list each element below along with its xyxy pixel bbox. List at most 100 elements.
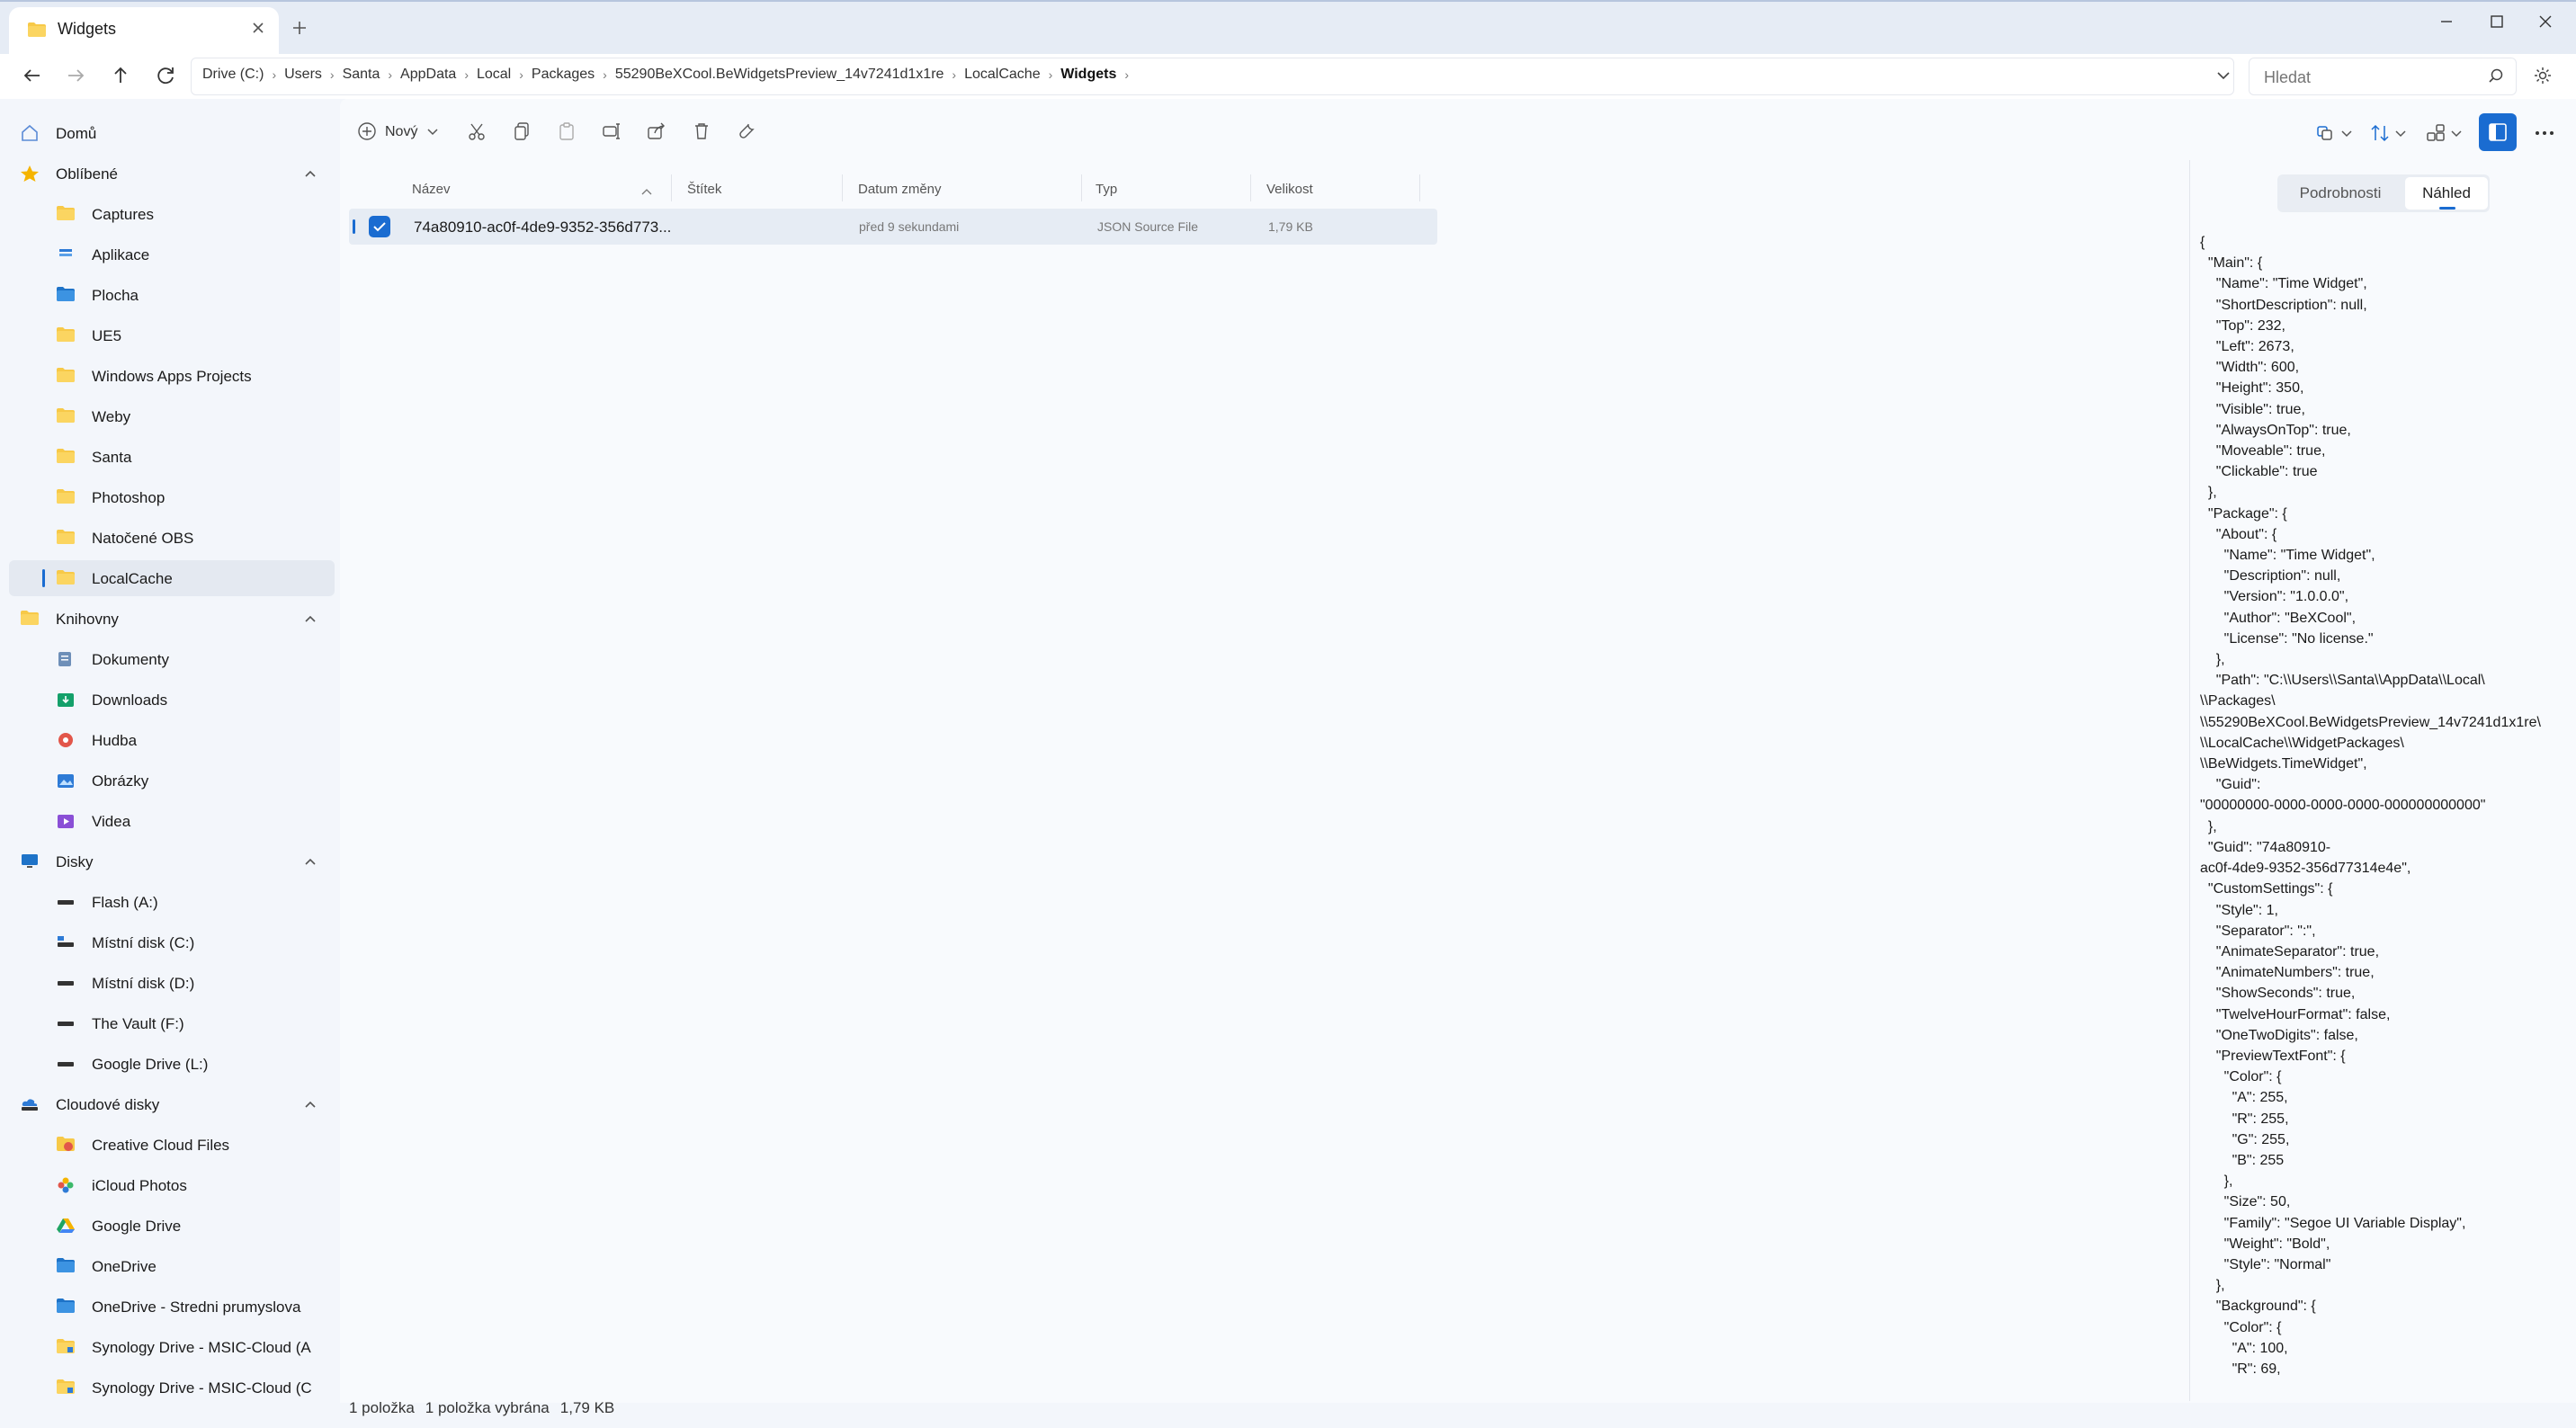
column-header-type[interactable]: Typ <box>1096 182 1117 197</box>
sidebar-item-hudba[interactable]: Hudba <box>0 722 338 758</box>
sidebar-item-creative-cloud-files[interactable]: Creative Cloud Files <box>0 1127 338 1163</box>
close-icon[interactable] <box>250 20 266 36</box>
refresh-button[interactable] <box>149 59 182 92</box>
minimize-button[interactable] <box>2428 7 2464 36</box>
breadcrumb-item[interactable]: Drive (C:) <box>202 67 264 83</box>
sidebar-item-local-disk-c[interactable]: Místní disk (C:) <box>0 924 338 960</box>
chevron-up-icon[interactable] <box>304 613 317 624</box>
breadcrumb-item[interactable]: Local <box>477 67 511 83</box>
close-window-button[interactable] <box>2527 7 2563 36</box>
chevron-down-icon[interactable] <box>2214 68 2232 83</box>
sidebar-item-synology-drive-c[interactable]: Synology Drive - MSIC-Cloud (C <box>0 1370 338 1406</box>
sidebar-item-dokumenty[interactable]: Dokumenty <box>0 641 338 677</box>
sidebar-item-icloud-photos[interactable]: iCloud Photos <box>0 1167 338 1203</box>
column-header-size[interactable]: Velikost <box>1266 182 1313 197</box>
breadcrumb-item[interactable]: 55290BeXCool.BeWidgetsPreview_14v7241d1x… <box>615 67 944 83</box>
tab-preview[interactable]: Náhled <box>2405 177 2488 210</box>
chevron-right-icon: › <box>272 67 277 82</box>
file-name[interactable]: 74a80910-ac0f-4de9-9352-356d773... <box>414 219 671 237</box>
copy-icon[interactable] <box>511 120 532 142</box>
preview-pane-toggle-button[interactable] <box>2479 113 2517 151</box>
sidebar-item-localcache[interactable]: LocalCache <box>0 560 338 596</box>
sidebar-item-santa[interactable]: Santa <box>0 439 338 475</box>
sidebar-section-cloud-drives[interactable]: Cloudové disky <box>0 1086 338 1122</box>
search-input[interactable] <box>2262 66 2482 89</box>
tab-widgets[interactable]: Widgets <box>9 7 279 54</box>
sidebar-item-plocha[interactable]: Plocha <box>0 277 338 313</box>
layout-icon[interactable] <box>2315 122 2337 144</box>
search-icon[interactable] <box>2487 67 2505 85</box>
more-options-icon[interactable] <box>2533 122 2556 144</box>
new-button[interactable] <box>356 120 378 142</box>
chevron-right-icon[interactable]: › <box>1124 67 1129 82</box>
chevron-up-icon[interactable] <box>304 168 317 179</box>
sidebar-item-ue5[interactable]: UE5 <box>0 317 338 353</box>
search-box[interactable] <box>2249 58 2517 95</box>
chevron-up-icon[interactable] <box>304 856 317 867</box>
row-checkbox[interactable] <box>369 216 390 237</box>
sidebar-section-libraries[interactable]: Knihovny <box>0 601 338 637</box>
sidebar-item-natocene-obs[interactable]: Natočené OBS <box>0 520 338 556</box>
sidebar-item-home[interactable]: Domů <box>0 115 338 151</box>
paste-icon[interactable] <box>556 120 577 142</box>
sidebar-item-flash-a[interactable]: Flash (A:) <box>0 884 338 920</box>
sidebar-item-downloads[interactable]: Downloads <box>0 682 338 718</box>
chevron-up-icon[interactable] <box>304 1099 317 1110</box>
column-divider[interactable] <box>1081 174 1082 201</box>
up-button[interactable] <box>104 59 137 92</box>
column-divider[interactable] <box>842 174 843 201</box>
sidebar-item-obrazky[interactable]: Obrázky <box>0 763 338 799</box>
back-button[interactable] <box>16 59 49 92</box>
chevron-down-icon[interactable] <box>426 126 439 137</box>
sidebar-item-weby[interactable]: Weby <box>0 398 338 434</box>
breadcrumb-item[interactable]: Santa <box>343 67 380 83</box>
cloud-drive-icon <box>20 1095 40 1113</box>
app-list-icon <box>56 245 76 262</box>
breadcrumb: Drive (C:) › Users › Santa › AppData › Local… <box>202 67 1137 83</box>
breadcrumb-item[interactable]: Packages <box>532 67 595 83</box>
column-header-name[interactable]: Název <box>412 182 451 197</box>
cut-icon[interactable] <box>466 120 487 142</box>
rename-icon[interactable] <box>601 120 622 142</box>
sidebar-item-videa[interactable]: Videa <box>0 803 338 839</box>
column-header-tag[interactable]: Štítek <box>687 182 721 197</box>
tab-details[interactable]: Podrobnosti <box>2277 174 2403 212</box>
share-icon[interactable] <box>646 120 667 142</box>
sidebar-item-captures[interactable]: Captures <box>0 196 338 232</box>
gear-icon[interactable] <box>2532 65 2554 86</box>
breadcrumb-item[interactable]: LocalCache <box>964 67 1041 83</box>
column-divider[interactable] <box>1419 174 1420 201</box>
chevron-down-icon[interactable] <box>2394 128 2407 138</box>
group-icon[interactable] <box>2425 122 2446 144</box>
sidebar-item-onedrive[interactable]: OneDrive <box>0 1248 338 1284</box>
column-divider[interactable] <box>1250 174 1251 201</box>
properties-icon[interactable] <box>736 120 757 142</box>
sidebar-section-favorites[interactable]: Oblíbené <box>0 156 338 192</box>
breadcrumb-item[interactable]: Users <box>284 67 322 83</box>
breadcrumb-item[interactable]: AppData <box>400 67 456 83</box>
sidebar-item-aplikace[interactable]: Aplikace <box>0 237 338 272</box>
table-row[interactable]: 74a80910-ac0f-4de9-9352-356d773... před … <box>349 209 1437 245</box>
chevron-down-icon[interactable] <box>2450 128 2463 138</box>
chevron-down-icon[interactable] <box>2340 128 2353 138</box>
sidebar-item-google-drive[interactable]: Google Drive <box>0 1208 338 1244</box>
new-tab-button[interactable] <box>290 18 309 38</box>
column-header-modified[interactable]: Datum změny <box>858 182 942 197</box>
file-preview-content: { "Main": { "Name": "Time Widget", "Shor… <box>2200 235 2541 1377</box>
sidebar-item-synology-drive-a[interactable]: Synology Drive - MSIC-Cloud (A <box>0 1329 338 1365</box>
sidebar-item-the-vault-f[interactable]: The Vault (F:) <box>0 1005 338 1041</box>
sidebar-item-windows-apps-projects[interactable]: Windows Apps Projects <box>0 358 338 394</box>
status-bar: 1 položka 1 položka vybrána 1,79 KB <box>349 1399 625 1417</box>
sidebar-item-google-drive-l[interactable]: Google Drive (L:) <box>0 1046 338 1082</box>
sidebar-item-local-disk-d[interactable]: Místní disk (D:) <box>0 965 338 1001</box>
breadcrumb-item-current[interactable]: Widgets <box>1060 67 1116 83</box>
maximize-button[interactable] <box>2479 7 2515 36</box>
sidebar-item-photoshop[interactable]: Photoshop <box>0 479 338 515</box>
sort-icon[interactable] <box>2369 122 2391 144</box>
sidebar-item-onedrive-school[interactable]: OneDrive - Stredni prumyslova <box>0 1289 338 1325</box>
column-divider[interactable] <box>671 174 672 201</box>
new-button-label[interactable]: Nový <box>385 124 417 140</box>
delete-icon[interactable] <box>691 120 712 142</box>
forward-button[interactable] <box>59 59 92 92</box>
sidebar-section-drives[interactable]: Disky <box>0 843 338 879</box>
